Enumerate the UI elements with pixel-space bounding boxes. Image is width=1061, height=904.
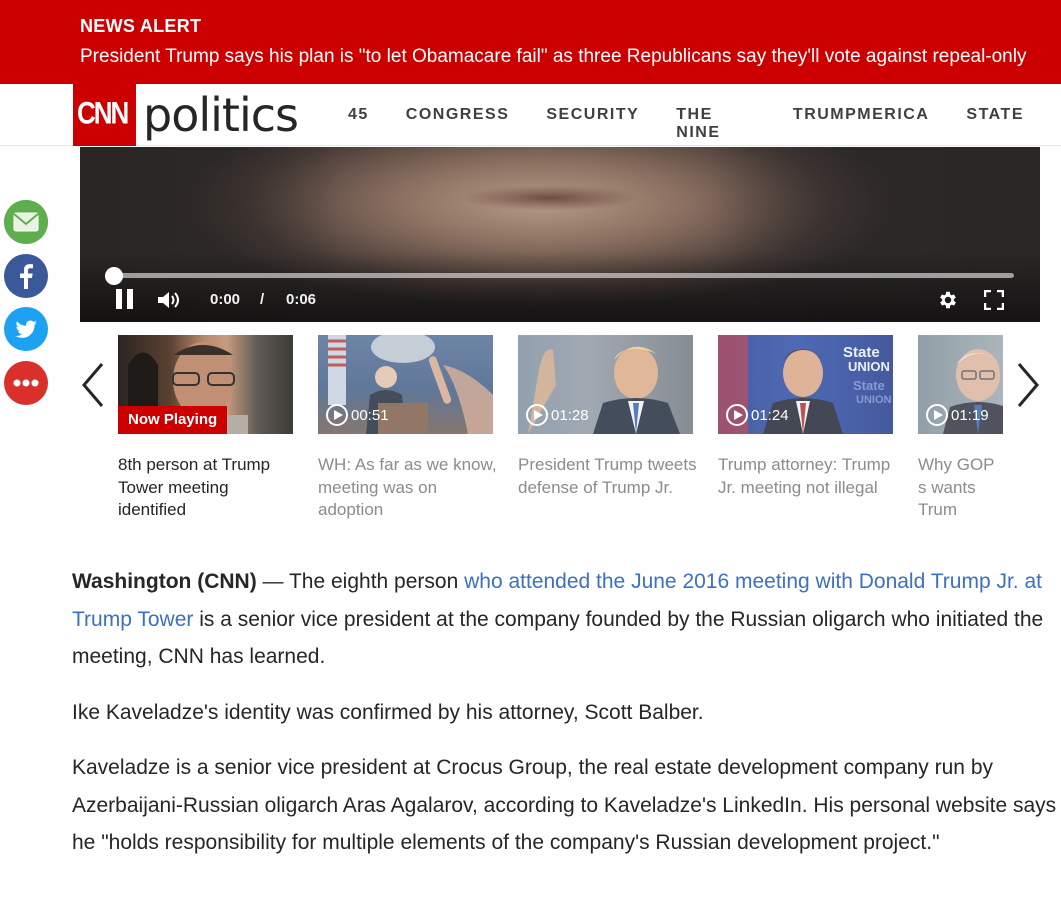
video-caption[interactable]: President Trump tweets defense of Trump …	[518, 454, 698, 499]
duration-text: 00:51	[351, 406, 389, 424]
nav-link-security[interactable]: SECURITY	[546, 106, 639, 142]
fullscreen-button[interactable]	[983, 289, 1005, 311]
carousel-prev-button[interactable]	[78, 360, 108, 410]
news-alert-headline[interactable]: President Trump says his plan is "to let…	[80, 46, 1026, 68]
nav-link-the-nine[interactable]: THE NINE	[676, 106, 756, 142]
pause-button[interactable]	[114, 289, 136, 309]
video-caption[interactable]: Why GOP s wants Trum testify	[918, 454, 1003, 525]
video-thumbnail[interactable]: 01:19	[918, 335, 1003, 434]
paragraph-text: The eighth person	[288, 570, 465, 593]
video-caption[interactable]: WH: As far as we know, meeting was on ad…	[318, 454, 498, 522]
cnn-logo-text: CNN	[77, 94, 129, 131]
video-carousel: Now Playing 8th person at Trump Tower me…	[118, 335, 1003, 525]
video-duration-badge: 01:19	[926, 404, 989, 426]
cnn-logo[interactable]: CNN	[73, 84, 136, 146]
carousel-card[interactable]: 01:19 Why GOP s wants Trum testify	[918, 335, 1003, 525]
carousel-card[interactable]: Now Playing 8th person at Trump Tower me…	[118, 335, 293, 522]
play-icon	[726, 404, 748, 426]
play-icon	[326, 404, 348, 426]
play-icon	[526, 404, 548, 426]
video-caption[interactable]: Trump attorney: Trump Jr. meeting not il…	[718, 454, 898, 499]
nav-link-45[interactable]: 45	[348, 106, 369, 142]
section-nav: 45 CONGRESS SECURITY THE NINE TRUMPMERIC…	[348, 106, 1061, 142]
video-thumbnail[interactable]: 01:28	[518, 335, 693, 434]
article-paragraph: Kaveladze is a senior vice president at …	[72, 756, 1057, 854]
volume-button[interactable]	[156, 290, 182, 310]
chevron-left-icon	[82, 363, 104, 407]
article-paragraph: Washington (CNN) — The eighth person who…	[72, 563, 1057, 676]
time-separator: /	[260, 291, 265, 308]
nav-link-congress[interactable]: CONGRESS	[406, 106, 510, 142]
paragraph-text: is a senior vice president at the compan…	[72, 607, 1044, 669]
share-email-button[interactable]	[4, 200, 48, 244]
twitter-icon	[4, 307, 48, 351]
current-time: 0:00	[210, 291, 241, 308]
video-player[interactable]: 0:00 / 0:06	[80, 147, 1040, 322]
fullscreen-icon	[983, 289, 1005, 311]
video-duration-badge: 01:24	[726, 404, 789, 426]
video-thumbnail[interactable]: State UNION State UNION 01:24	[718, 335, 893, 434]
video-duration: 0:06	[286, 291, 317, 308]
video-duration-badge: 01:28	[526, 404, 589, 426]
share-facebook-button[interactable]	[4, 254, 48, 298]
article-dateline: Washington (CNN)	[72, 570, 257, 593]
carousel-card[interactable]: 00:51 WH: As far as we know, meeting was…	[318, 335, 497, 522]
carousel-next-button[interactable]	[1013, 360, 1043, 410]
now-playing-badge: Now Playing	[118, 406, 228, 434]
video-frame-detail	[460, 185, 640, 211]
volume-icon	[158, 292, 179, 308]
email-icon	[4, 200, 48, 244]
chevron-right-icon	[1017, 363, 1039, 407]
video-progress-handle[interactable]	[105, 267, 123, 285]
video-thumbnail[interactable]: 00:51	[318, 335, 493, 434]
site-header: CNN politics 45 CONGRESS SECURITY THE NI…	[0, 84, 1061, 146]
nav-link-trumpmerica[interactable]: TRUMPMERICA	[793, 106, 930, 142]
carousel-card[interactable]: State UNION State UNION 01:24 Trump atto…	[718, 335, 893, 499]
duration-text: 01:28	[551, 406, 589, 424]
duration-text: 01:19	[951, 406, 989, 424]
news-alert-banner[interactable]: NEWS ALERT President Trump says his plan…	[0, 0, 1061, 84]
video-progress-bar[interactable]	[114, 273, 1014, 278]
news-alert-label: NEWS ALERT	[80, 16, 202, 36]
facebook-icon	[4, 254, 48, 298]
section-title-politics[interactable]: politics	[143, 88, 299, 142]
article-paragraph: Ike Kaveladze's identity was confirmed b…	[72, 700, 704, 724]
gear-icon	[940, 291, 956, 309]
share-more-button[interactable]	[4, 361, 48, 405]
more-icon	[4, 361, 48, 405]
video-thumbnail[interactable]: Now Playing	[118, 335, 293, 434]
video-controls-gradient	[80, 252, 1040, 322]
settings-button[interactable]	[937, 289, 959, 311]
carousel-card[interactable]: 01:28 President Trump tweets defense of …	[518, 335, 697, 499]
play-icon	[926, 404, 948, 426]
share-twitter-button[interactable]	[4, 307, 48, 351]
article-body: Washington (CNN) — The eighth person who…	[72, 563, 1057, 880]
nav-link-state[interactable]: STATE	[966, 106, 1024, 142]
dateline-dash: —	[256, 570, 289, 593]
duration-text: 01:24	[751, 406, 789, 424]
video-duration-badge: 00:51	[326, 404, 389, 426]
video-caption[interactable]: 8th person at Trump Tower meeting identi…	[118, 454, 298, 522]
